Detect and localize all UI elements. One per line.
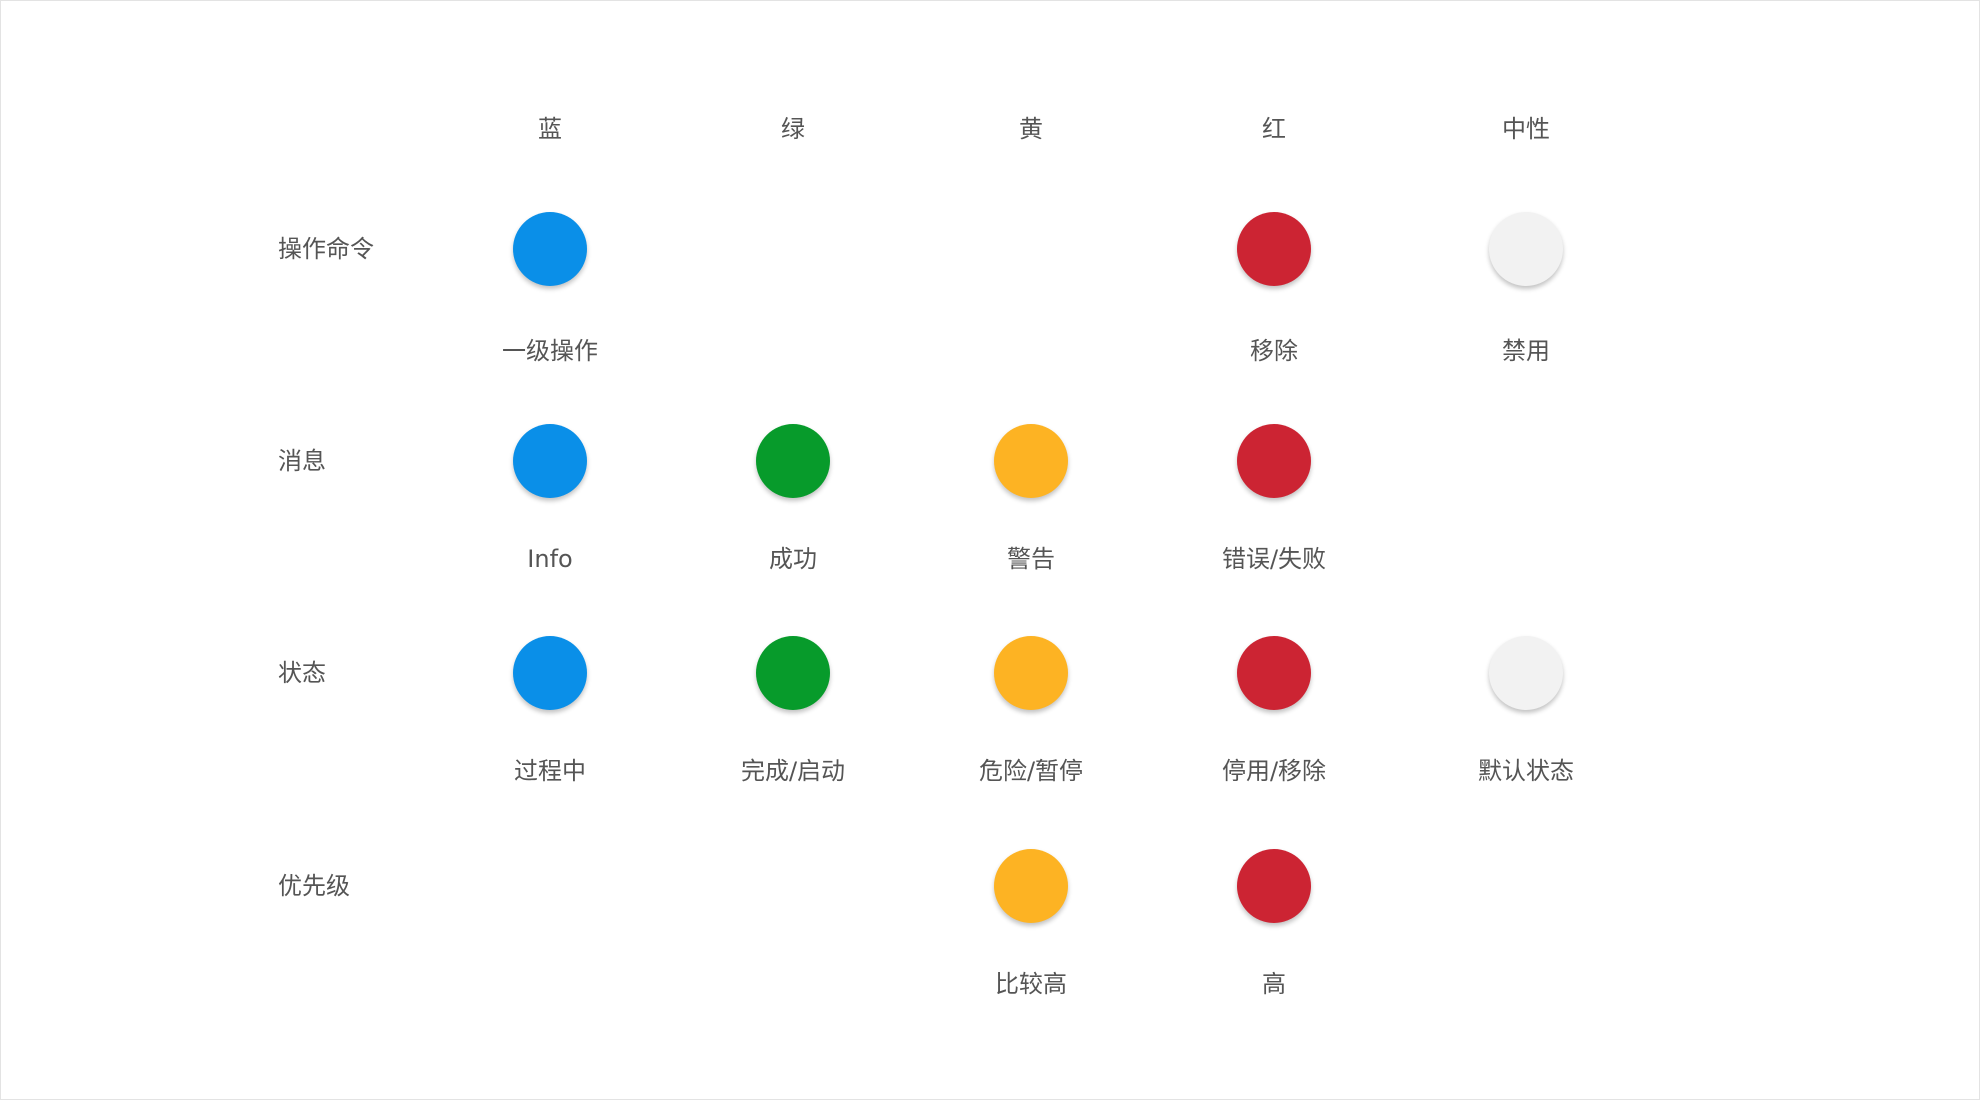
swatch-label: 一级操作 [502,337,598,365]
color-dot [756,424,830,498]
color-dot [1237,424,1311,498]
swatch-label: 移除 [1250,337,1298,365]
column-header-green: 绿 [781,115,805,143]
color-dot [994,424,1068,498]
swatch-label: 禁用 [1502,337,1550,365]
column-header-neutral: 中性 [1502,115,1550,143]
color-dot [1489,212,1563,286]
color-dot [513,212,587,286]
color-dot [1237,636,1311,710]
row-label: 状态 [278,659,326,687]
column-header-red: 红 [1262,115,1286,143]
color-dot [513,636,587,710]
color-dot [1237,212,1311,286]
row-label: 消息 [278,447,326,475]
swatch-label: 默认状态 [1478,757,1574,785]
swatch-label: Info [527,545,573,573]
swatch-label: 错误/失败 [1221,545,1327,573]
color-dot [1237,849,1311,923]
color-dot [513,424,587,498]
swatch-label: 完成/启动 [740,757,846,785]
color-dot [756,636,830,710]
swatch-label: 高 [1262,970,1286,998]
row-label: 操作命令 [278,235,374,263]
column-header-blue: 蓝 [538,115,562,143]
swatch-label: 成功 [769,545,817,573]
swatch-label: 危险/暂停 [978,757,1084,785]
color-dot [994,636,1068,710]
swatch-label: 比较高 [995,970,1067,998]
color-dot [1489,636,1563,710]
color-dot [994,849,1068,923]
column-header-yellow: 黄 [1019,115,1043,143]
swatch-label: 警告 [1007,545,1055,573]
swatch-label: 过程中 [514,757,586,785]
swatch-label: 停用/移除 [1221,757,1327,785]
palette-canvas: 蓝 绿 黄 红 中性 操作命令一级操作 移除 禁用消息 Info 成功 警告 错误/失败状态过程中 完… [0,0,1980,1100]
row-label: 优先级 [278,872,350,900]
